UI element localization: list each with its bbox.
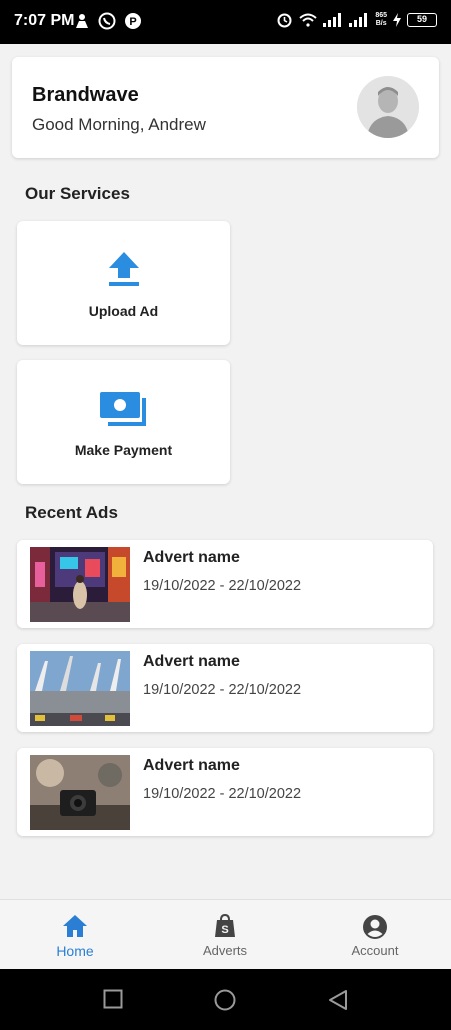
tab-account-label: Account (351, 943, 399, 958)
alarm-icon (277, 13, 292, 28)
shopping-bag-icon: S (215, 914, 235, 937)
ad-dates: 19/10/2022 - 22/10/2022 (143, 578, 302, 594)
avatar[interactable] (357, 76, 419, 138)
bottom-nav: Home S Adverts Account (0, 899, 451, 969)
charging-icon (393, 12, 401, 27)
back-icon[interactable] (328, 989, 348, 1011)
ad-thumbnail (30, 755, 130, 830)
svg-text:P: P (129, 16, 136, 28)
battery-level: 59 (407, 12, 437, 27)
ad-name: Advert name (143, 757, 240, 774)
network-speed: 865 B/s (375, 11, 387, 27)
payment-icon (99, 392, 146, 426)
signal-icon (323, 12, 342, 27)
whatsapp-icon (98, 12, 116, 30)
ad-thumbnail (30, 547, 130, 622)
home-button-icon[interactable] (214, 989, 236, 1011)
tab-account[interactable]: Account (300, 900, 450, 970)
ad-name: Advert name (143, 549, 240, 566)
recents-icon[interactable] (103, 989, 123, 1009)
user-avatar-icon (357, 76, 419, 138)
status-time: 7:07 PM (14, 12, 75, 29)
system-nav-bar (0, 969, 451, 1030)
ad-dates: 19/10/2022 - 22/10/2022 (143, 786, 302, 802)
app-notification-icon: P (125, 13, 141, 29)
upload-icon (108, 252, 139, 286)
tab-adverts[interactable]: S Adverts (150, 900, 300, 970)
signal-2-icon (349, 12, 368, 27)
notification-icons: P (74, 12, 142, 30)
tab-home-label: Home (56, 943, 94, 959)
list-item[interactable]: Advert name 19/10/2022 - 22/10/2022 (17, 644, 433, 732)
ad-name: Advert name (143, 653, 240, 670)
home-icon (63, 915, 87, 937)
person-notification-icon (76, 14, 88, 28)
make-payment-label: Make Payment (74, 442, 173, 458)
system-icons: 865 B/s 59 (276, 11, 437, 28)
services-title: Our Services (25, 184, 130, 203)
list-item[interactable]: Advert name 19/10/2022 - 22/10/2022 (17, 748, 433, 836)
ad-dates: 19/10/2022 - 22/10/2022 (143, 682, 302, 698)
brand-name: Brandwave (32, 84, 139, 106)
tab-home[interactable]: Home (0, 900, 150, 970)
status-bar: 7:07 PM P 865 B/s 59 (0, 0, 451, 44)
account-icon (363, 915, 387, 939)
recent-ads-title: Recent Ads (25, 503, 118, 522)
greeting-text: Good Morning, Andrew (32, 115, 206, 134)
upload-ad-button[interactable]: Upload Ad (17, 221, 230, 345)
svg-text:S: S (221, 924, 228, 936)
welcome-card: Brandwave Good Morning, Andrew (12, 57, 439, 158)
list-item[interactable]: Advert name 19/10/2022 - 22/10/2022 (17, 540, 433, 628)
wifi-icon (299, 13, 317, 27)
ad-thumbnail (30, 651, 130, 726)
upload-ad-label: Upload Ad (88, 303, 159, 319)
tab-adverts-label: Adverts (202, 943, 248, 958)
make-payment-button[interactable]: Make Payment (17, 360, 230, 484)
